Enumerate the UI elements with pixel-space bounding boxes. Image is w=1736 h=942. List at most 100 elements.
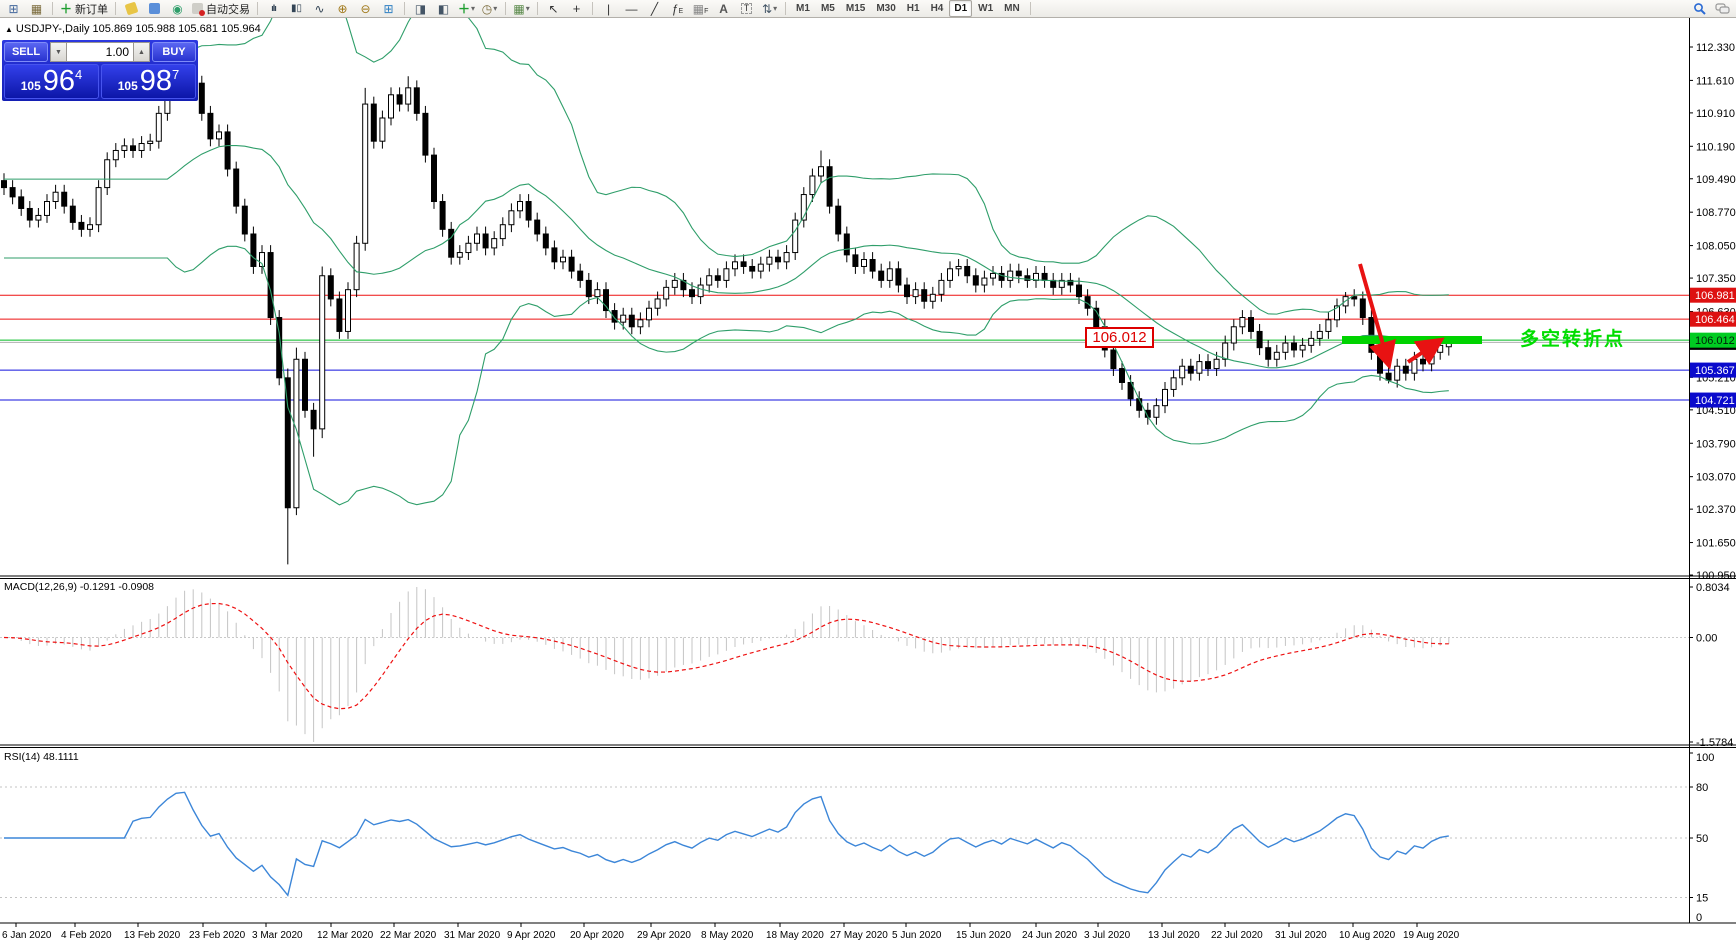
text-tool-icon[interactable]: A	[713, 1, 734, 17]
timeframe-button-d1[interactable]: D1	[949, 0, 972, 17]
new-order-button[interactable]: ＋ 新订单	[58, 1, 110, 17]
strategy-tester-icon[interactable]	[121, 1, 142, 17]
volume-input[interactable]: 1.00	[67, 42, 133, 62]
timeframe-button-h1[interactable]: H1	[902, 0, 925, 17]
trendline-icon[interactable]: ╱	[644, 1, 665, 17]
turning-point-bar	[1342, 336, 1482, 344]
chart-shift-icon[interactable]: ◧	[433, 1, 454, 17]
text-label-icon[interactable]: T	[736, 1, 757, 17]
date-label: 3 Mar 2020	[252, 930, 303, 941]
timeframe-button-m30[interactable]: M30	[871, 0, 900, 17]
signals-icon[interactable]: ◉	[167, 1, 188, 17]
vertical-line-icon[interactable]: |	[598, 1, 619, 17]
date-label: 6 Jan 2020	[2, 930, 52, 941]
templates-icon[interactable]: ▦▾	[511, 1, 532, 17]
volume-increase-button[interactable]: ▲	[133, 42, 150, 62]
auto-scroll-icon[interactable]: ◨	[410, 1, 431, 17]
autotrading-label: 自动交易	[206, 1, 250, 17]
date-label: 27 May 2020	[830, 930, 888, 941]
date-label: 15 Jun 2020	[956, 930, 1011, 941]
timeframe-button-h4[interactable]: H4	[926, 0, 949, 17]
volume-decrease-button[interactable]: ▼	[50, 42, 67, 62]
macd-axis[interactable]: 0.80340.00-1.5784	[1689, 582, 1733, 749]
date-label: 31 Jul 2020	[1275, 930, 1327, 941]
toolbar-separator	[505, 2, 506, 15]
toolbar-separator	[592, 2, 593, 15]
date-label: 13 Feb 2020	[124, 930, 181, 941]
rsi-tick-label: 80	[1696, 782, 1708, 794]
toolbar-separator	[257, 2, 258, 15]
rsi-tick-label: 15	[1696, 893, 1708, 905]
indicators-icon[interactable]: ＋▾	[456, 1, 477, 17]
price-tick-label: 103.070	[1696, 472, 1736, 484]
timeframe-button-m5[interactable]: M5	[816, 0, 840, 17]
autotrading-button[interactable]: 自动交易	[190, 1, 252, 17]
horizontal-level-lines[interactable]	[0, 295, 1689, 400]
rsi-axis[interactable]: 1008050150	[1689, 752, 1714, 924]
tile-windows-icon[interactable]: ⊞	[378, 1, 399, 17]
symbol-ohlc-text: USDJPY-,Daily 105.869 105.988 105.681 10…	[16, 23, 261, 35]
line-chart-icon[interactable]: ∿	[309, 1, 330, 17]
horizontal-line-icon[interactable]: —	[621, 1, 642, 17]
bid-quote[interactable]: 105 96 4	[4, 64, 99, 99]
sell-button[interactable]: SELL	[4, 42, 48, 62]
new-order-label: 新订单	[75, 1, 108, 17]
chat-icon[interactable]	[1712, 1, 1733, 17]
periods-icon[interactable]: ◷▾	[479, 1, 500, 17]
zoom-out-icon[interactable]: ⊖	[355, 1, 376, 17]
macd-histogram	[4, 587, 1449, 742]
search-icon[interactable]	[1689, 1, 1710, 17]
candlestick-chart-icon[interactable]: ▮▯	[286, 1, 307, 17]
timeframe-button-m1[interactable]: M1	[791, 0, 815, 17]
ask-pip-digit: 7	[172, 67, 179, 82]
timeframe-group: M1M5M15M30H1H4D1W1MN	[791, 0, 1025, 17]
metaeditor-icon[interactable]	[144, 1, 165, 17]
date-label: 31 Mar 2020	[444, 930, 501, 941]
date-label: 8 May 2020	[701, 930, 754, 941]
bid-big-digits: 96	[43, 67, 75, 96]
price-tick-label: 102.370	[1696, 504, 1736, 516]
cursor-icon[interactable]: ↖	[543, 1, 564, 17]
chart-canvas[interactable]: 112.330111.610110.910110.190109.490108.7…	[0, 0, 1736, 942]
date-label: 19 Aug 2020	[1403, 930, 1460, 941]
ask-quote[interactable]: 105 98 7	[101, 64, 196, 99]
bollinger-bands	[4, 0, 1449, 505]
date-label: 9 Apr 2020	[507, 930, 556, 941]
fibo-expansion-icon[interactable]: ƒE	[667, 1, 688, 17]
macd-tick-label: 0.8034	[1696, 582, 1730, 594]
price-tick-label: 110.910	[1696, 108, 1735, 120]
crosshair-icon[interactable]: +	[566, 1, 587, 17]
price-tick-label: 109.490	[1696, 174, 1736, 186]
ask-big-digits: 98	[140, 67, 172, 96]
bid-prefix: 105	[21, 79, 41, 93]
fibo-retracement-icon[interactable]: ▦F	[690, 1, 711, 17]
volume-stepper: ▼ 1.00 ▲	[50, 42, 150, 62]
toolbar-separator	[404, 2, 405, 15]
timeframe-button-mn[interactable]: MN	[999, 0, 1025, 17]
timeframe-button-m15[interactable]: M15	[841, 0, 870, 17]
price-tick-label: 107.350	[1696, 273, 1736, 285]
symbol-collapse-icon[interactable]: ▲	[5, 25, 13, 34]
rsi-tick-label: 0	[1696, 912, 1702, 924]
profiles-icon[interactable]: ▦	[26, 1, 47, 17]
svg-text:104.721: 104.721	[1695, 395, 1735, 407]
timeframe-button-w1[interactable]: W1	[973, 0, 998, 17]
date-label: 22 Jul 2020	[1211, 930, 1263, 941]
date-label: 20 Apr 2020	[570, 930, 624, 941]
price-tick-label: 103.790	[1696, 438, 1736, 450]
price-tick-label: 111.610	[1696, 75, 1734, 87]
svg-text:106.981: 106.981	[1695, 290, 1735, 302]
turning-point-annotation[interactable]: 多空转折点	[1520, 324, 1625, 351]
bar-chart-icon[interactable]: ılı	[263, 1, 284, 17]
macd-tick-label: -1.5784	[1696, 737, 1733, 749]
date-label: 29 Apr 2020	[637, 930, 691, 941]
arrow-tools-icon[interactable]: ⇅▾	[759, 1, 780, 17]
new-chart-icon[interactable]: ⊞	[3, 1, 24, 17]
zoom-in-icon[interactable]: ⊕	[332, 1, 353, 17]
buy-button[interactable]: BUY	[152, 42, 196, 62]
toolbar-separator	[537, 2, 538, 15]
price-annotation-box[interactable]: 106.012	[1085, 327, 1154, 348]
date-axis[interactable]: 6 Jan 20204 Feb 202013 Feb 202023 Feb 20…	[2, 923, 1460, 941]
price-tick-label: 110.190	[1696, 141, 1735, 153]
date-label: 18 May 2020	[766, 930, 824, 941]
